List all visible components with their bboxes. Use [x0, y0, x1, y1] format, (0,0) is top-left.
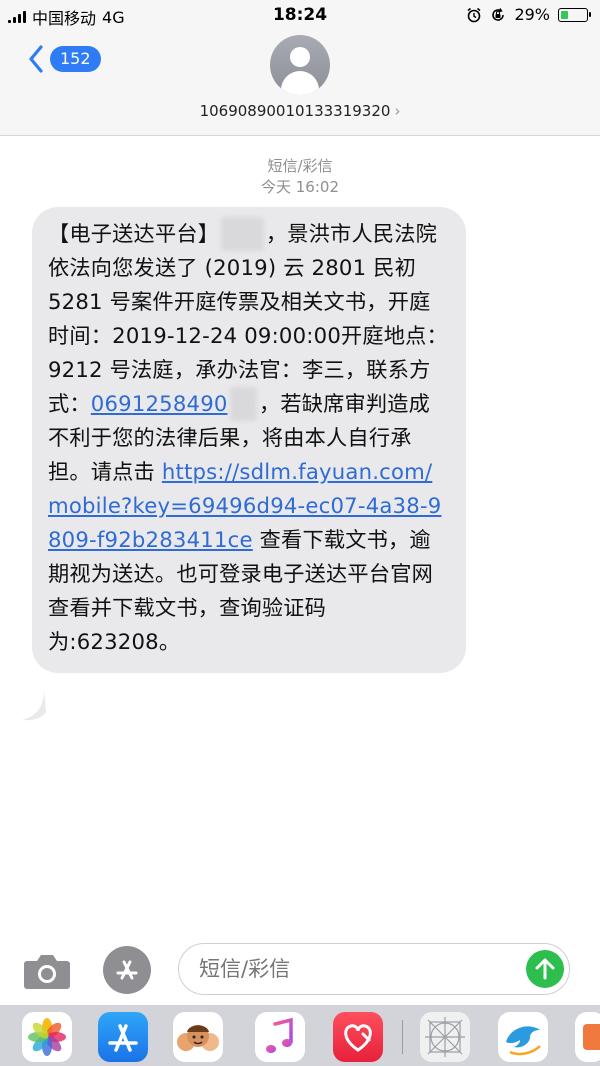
memoji-app[interactable] — [173, 1012, 223, 1062]
heart-icon — [344, 1024, 372, 1052]
alarm-icon — [466, 7, 482, 23]
conversation-header: 152 10690890010133319320 › — [0, 30, 600, 136]
status-bar: 中国移动 4G 18:24 29% — [0, 0, 600, 30]
music-note-icon — [266, 1017, 293, 1053]
arrow-up-icon — [535, 958, 555, 980]
memoji-icon — [177, 1025, 219, 1051]
battery-level — [561, 10, 568, 19]
grid-icon — [425, 1017, 465, 1057]
app-store-icon — [108, 1024, 138, 1052]
message-input[interactable] — [178, 943, 570, 995]
unread-count-badge: 152 — [50, 46, 101, 72]
hearing-time: 2019-12-24 09:00:00 — [112, 323, 341, 348]
app-icon — [583, 1024, 600, 1050]
masked-phone-suffix: 00 — [229, 387, 257, 421]
app-drawer — [0, 1005, 600, 1066]
photos-app[interactable] — [22, 1012, 72, 1062]
message-text: 【电子送达平台】 — [48, 221, 220, 246]
status-right: 29% — [466, 5, 591, 24]
drawer-divider — [402, 1020, 403, 1054]
partial-app[interactable] — [575, 1012, 600, 1062]
battery-percent: 29% — [514, 5, 550, 24]
message-text: 。 — [158, 629, 181, 654]
app-store-app[interactable] — [98, 1012, 148, 1062]
music-app[interactable] — [255, 1012, 305, 1062]
chevron-left-icon — [29, 45, 43, 73]
phone-link[interactable]: 0691258490 — [91, 391, 228, 416]
contact-number[interactable]: 10690890010133319320 › — [0, 102, 600, 120]
app-store-icon — [116, 960, 138, 980]
digital-touch-app[interactable] — [333, 1012, 383, 1062]
apps-button[interactable] — [103, 946, 151, 994]
verification-code: 623208 — [76, 629, 159, 654]
input-bar — [0, 935, 600, 1005]
dolphin-app[interactable] — [498, 1012, 548, 1062]
status-left: 中国移动 4G — [8, 5, 125, 29]
network-type: 4G — [102, 7, 125, 27]
send-button[interactable] — [526, 950, 564, 988]
orientation-lock-icon — [490, 7, 506, 23]
carrier-name: 中国移动 — [32, 9, 97, 28]
message-timestamp: 今天 16:02 — [261, 178, 339, 196]
battery-icon — [558, 7, 591, 22]
dolphin-icon — [506, 1026, 541, 1056]
contact-number-text: 10690890010133319320 — [199, 102, 391, 120]
message-kind-label: 短信/彩信 — [267, 157, 333, 175]
masked-name: 某某 — [221, 217, 264, 251]
signal-icon — [8, 11, 26, 23]
contact-avatar[interactable] — [270, 35, 330, 95]
photos-icon — [28, 1018, 66, 1056]
camera-button[interactable] — [22, 947, 72, 993]
sticker-app[interactable] — [420, 1012, 470, 1062]
chevron-right-icon: › — [394, 102, 401, 120]
back-button[interactable]: 152 — [28, 45, 101, 73]
incoming-message-bubble[interactable]: 【电子送达平台】某某，景洪市人民法院依法向您发送了 (2019) 云 2801 … — [32, 207, 466, 673]
camera-icon — [24, 955, 70, 989]
bubble-tail — [22, 690, 46, 721]
